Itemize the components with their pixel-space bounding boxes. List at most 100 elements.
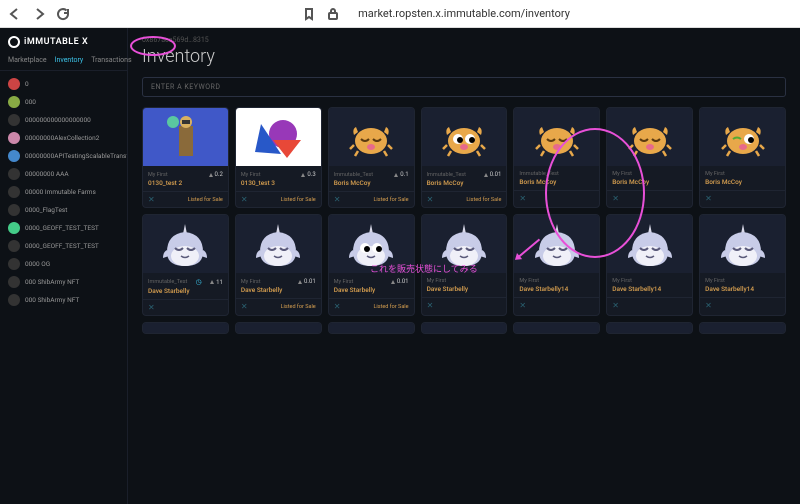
card-collection: Immutable_Test — [427, 172, 466, 178]
close-icon[interactable]: ✕ — [519, 301, 526, 310]
collection-avatar — [8, 96, 20, 108]
card-footer: ✕Listed for Sale — [236, 191, 321, 207]
nft-card[interactable]: Immutable_Test Boris McCoy ✕ — [513, 107, 600, 208]
nft-card[interactable]: My First0.2 0130_test 2 ✕Listed for Sale — [142, 107, 229, 208]
close-icon[interactable]: ✕ — [334, 195, 341, 204]
collection-avatar — [8, 150, 20, 162]
card-name: Dave Starbelly — [334, 286, 409, 294]
card-name: Boris McCoy — [334, 179, 409, 187]
close-icon[interactable]: ✕ — [334, 302, 341, 311]
card-image — [607, 323, 692, 333]
card-image — [329, 108, 414, 166]
nft-card[interactable] — [606, 322, 693, 334]
card-image — [422, 215, 507, 273]
close-icon[interactable]: ✕ — [148, 303, 155, 312]
card-image — [143, 215, 228, 273]
card-image — [329, 215, 414, 273]
nft-card[interactable]: My First Boris McCoy ✕ — [699, 107, 786, 208]
collection-list: 000000000000000000000000000000AlexCollec… — [0, 71, 127, 504]
close-icon[interactable]: ✕ — [148, 195, 155, 204]
card-collection: My First — [612, 278, 632, 284]
sidebar: iMMUTABLE X Marketplace Inventory Transa… — [0, 28, 128, 504]
collection-avatar — [8, 168, 20, 180]
close-icon[interactable]: ✕ — [427, 195, 434, 204]
sidebar-item[interactable]: 000000000000000000 — [0, 111, 127, 129]
sidebar-item[interactable]: 0 — [0, 75, 127, 93]
nft-card[interactable]: My First Dave Starbelly14 ✕ — [606, 214, 693, 316]
nft-card[interactable]: My First Dave Starbelly14 ✕ — [699, 214, 786, 316]
nft-card[interactable]: My First Boris McCoy ✕ — [606, 107, 693, 208]
nft-card[interactable]: Immutable_Test0.01 Boris McCoy ✕Listed f… — [421, 107, 508, 208]
nft-card[interactable]: Immutable_Test0.1 Boris McCoy ✕Listed fo… — [328, 107, 415, 208]
collection-avatar — [8, 132, 20, 144]
sidebar-item[interactable]: 0000_FlagTest — [0, 201, 127, 219]
collection-label: 00000000 AAA — [25, 170, 69, 178]
nft-card[interactable] — [235, 322, 322, 334]
url-text: market.ropsten.x.immutable.com/inventory — [358, 7, 570, 20]
collection-label: 00000000APITestingScalableTransfer — [25, 152, 127, 160]
nft-card[interactable] — [421, 322, 508, 334]
card-image — [514, 323, 599, 333]
nft-card[interactable] — [328, 322, 415, 334]
nft-card[interactable] — [699, 322, 786, 334]
main-content: 0x867aea569d…8315 Inventory ENTER A KEYW… — [128, 28, 800, 504]
brand-logo[interactable]: iMMUTABLE X — [0, 28, 127, 56]
bookmark-icon[interactable] — [302, 7, 316, 21]
card-collection: Immutable_Test — [334, 172, 373, 178]
card-footer: ✕Listed for Sale — [329, 191, 414, 207]
card-footer: ✕Listed for Sale — [329, 298, 414, 314]
collection-avatar — [8, 258, 20, 270]
sidebar-item[interactable]: 00000000APITestingScalableTransfer — [0, 147, 127, 165]
close-icon[interactable]: ✕ — [612, 301, 619, 310]
nft-card[interactable]: My First Dave Starbelly14 ✕ — [513, 214, 600, 316]
close-icon[interactable]: ✕ — [705, 301, 712, 310]
card-footer: ✕ — [514, 297, 599, 313]
lock-icon — [326, 7, 340, 21]
sidebar-item[interactable]: 00000000AlexCollection2 — [0, 129, 127, 147]
search-input[interactable]: ENTER A KEYWORD — [142, 77, 786, 97]
sidebar-item[interactable]: 00000000 AAA — [0, 165, 127, 183]
card-name: Dave Starbelly — [241, 286, 316, 294]
sidebar-item[interactable]: 0000 OG — [0, 255, 127, 273]
reload-icon[interactable] — [56, 7, 70, 21]
card-footer: ✕ — [514, 190, 599, 206]
collection-label: 0000_GEOFF_TEST_TEST — [25, 224, 99, 232]
card-image — [514, 215, 599, 273]
collection-label: 00000000AlexCollection2 — [25, 134, 99, 142]
close-icon[interactable]: ✕ — [612, 194, 619, 203]
tab-transactions[interactable]: Transactions — [91, 56, 131, 64]
back-icon[interactable] — [8, 7, 22, 21]
nft-card[interactable]: My First Dave Starbelly ✕ — [421, 214, 508, 316]
card-price: 0.01 — [391, 278, 409, 285]
collection-label: 000 — [25, 98, 36, 106]
sidebar-item[interactable]: 0000_GEOFF_TEST_TEST — [0, 219, 127, 237]
sidebar-item[interactable]: 000 ShibArmy NFT — [0, 273, 127, 291]
close-icon[interactable]: ✕ — [241, 302, 248, 311]
close-icon[interactable]: ✕ — [427, 301, 434, 310]
nft-card[interactable] — [513, 322, 600, 334]
crab-icon — [534, 117, 580, 157]
crab-icon — [348, 117, 394, 157]
close-icon[interactable]: ✕ — [705, 194, 712, 203]
crab-icon — [720, 117, 766, 157]
forward-icon[interactable] — [32, 7, 46, 21]
close-icon[interactable]: ✕ — [241, 195, 248, 204]
tab-marketplace[interactable]: Marketplace — [8, 56, 47, 64]
sidebar-item[interactable]: 00000 Immutable Farms — [0, 183, 127, 201]
nft-card[interactable]: My First0.3 0130_test 3 ✕Listed for Sale — [235, 107, 322, 208]
collection-label: 000 ShibArmy NFT — [25, 278, 79, 286]
nft-card[interactable]: My First0.01 Dave Starbelly ✕Listed for … — [328, 214, 415, 316]
card-name: Dave Starbelly14 — [519, 285, 594, 293]
sidebar-item[interactable]: 000 — [0, 93, 127, 111]
collection-label: 00000 Immutable Farms — [25, 188, 96, 196]
close-icon[interactable]: ✕ — [519, 194, 526, 203]
tab-inventory[interactable]: Inventory — [55, 56, 84, 64]
sidebar-item[interactable]: 000 ShibArmy NFT — [0, 291, 127, 309]
nft-card[interactable] — [142, 322, 229, 334]
sidebar-item[interactable]: 0000_GEOFF_TEST_TEST — [0, 237, 127, 255]
card-footer: ✕Listed for Sale — [143, 191, 228, 207]
nft-card[interactable]: My First0.01 Dave Starbelly ✕Listed for … — [235, 214, 322, 316]
card-footer: ✕ — [422, 297, 507, 313]
card-footer: ✕ — [143, 299, 228, 315]
nft-card[interactable]: Immutable_Test◷11 Dave Starbelly ✕ — [142, 214, 229, 316]
